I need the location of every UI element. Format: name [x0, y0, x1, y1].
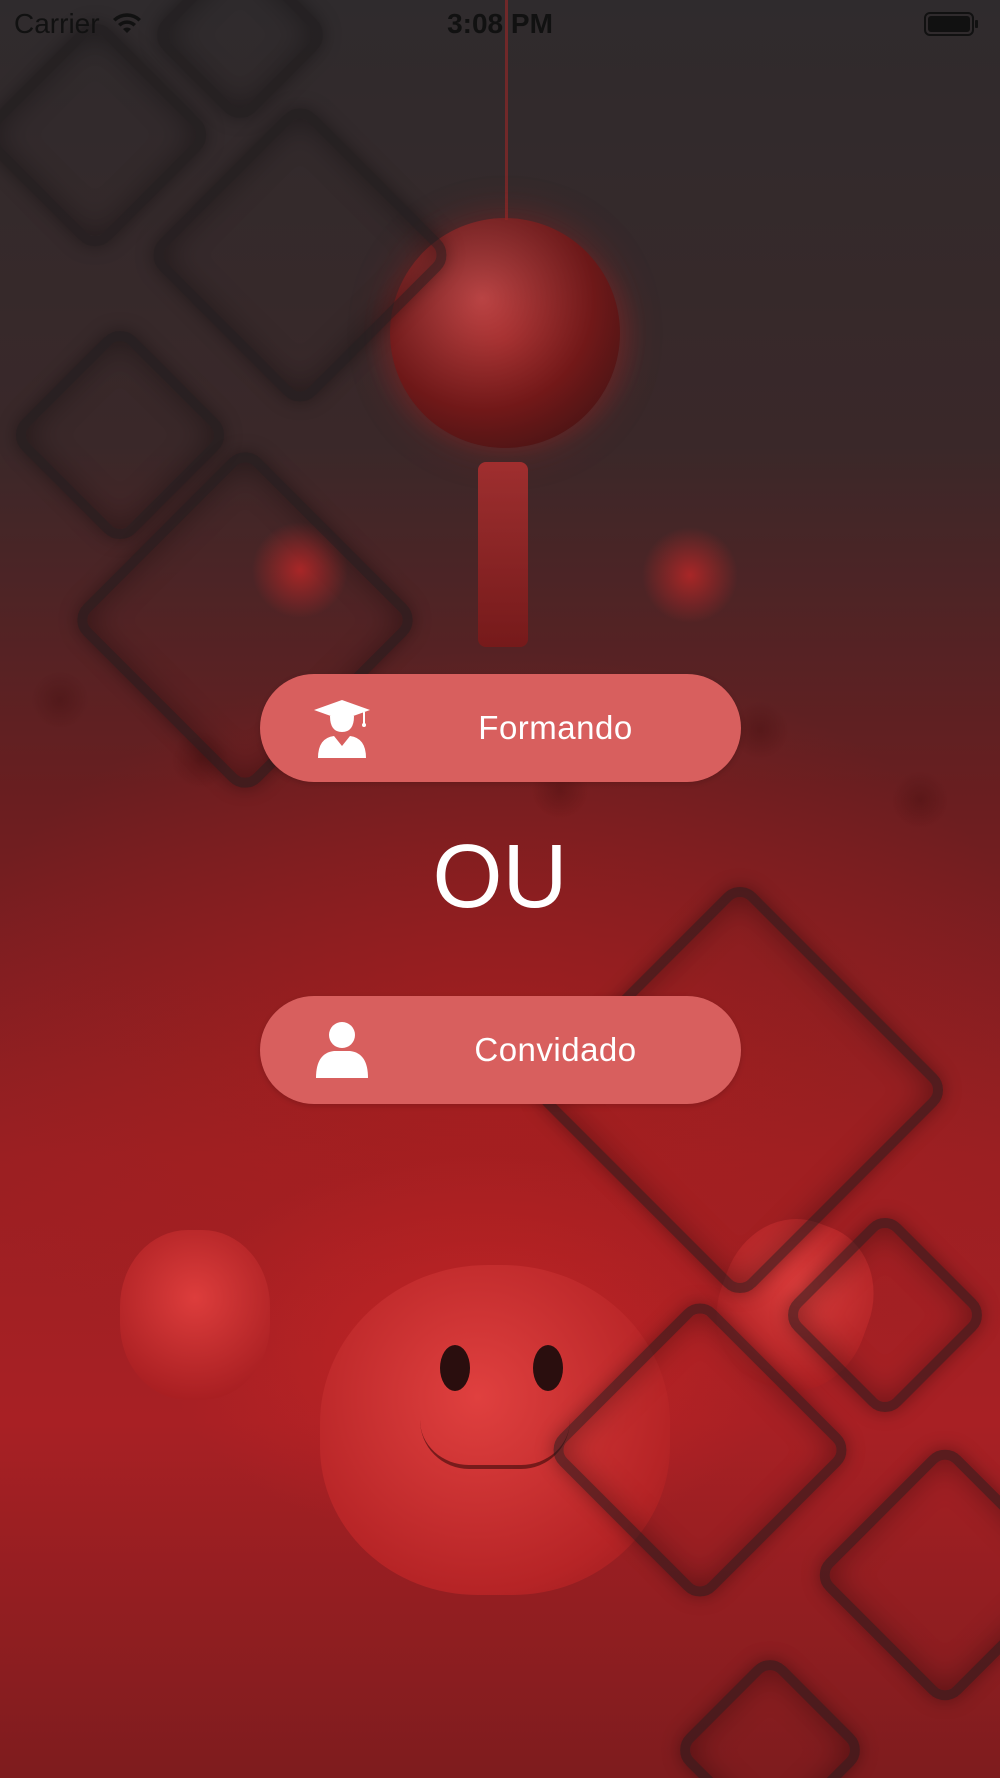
diamond-decoration — [810, 1440, 1000, 1710]
status-bar: Carrier 3:08 PM — [0, 0, 1000, 50]
mascot-mouth — [420, 1420, 570, 1469]
formando-label: Formando — [478, 709, 633, 746]
mascot-glove-left — [120, 1230, 270, 1400]
graduate-icon — [314, 700, 370, 758]
chandelier — [478, 462, 528, 647]
user-icon — [316, 1022, 368, 1078]
diamond-decoration — [6, 321, 234, 549]
mascot-eye — [533, 1345, 563, 1391]
mascot-glove-right — [695, 1199, 895, 1411]
diamond-decoration — [144, 99, 456, 411]
diamond-decoration — [778, 1208, 992, 1422]
diamond-decoration — [544, 1294, 856, 1606]
convidado-label: Convidado — [474, 1031, 637, 1068]
convidado-button[interactable]: Convidado — [260, 996, 741, 1104]
disco-ball — [390, 218, 620, 448]
app-screen: Carrier 3:08 PM Formando OU Convidado — [0, 0, 1000, 1778]
formando-button[interactable]: Formando — [260, 674, 741, 782]
status-time: 3:08 PM — [447, 8, 553, 39]
diamond-decoration — [0, 14, 216, 256]
mascot-eye — [440, 1345, 470, 1391]
battery-icon — [924, 12, 978, 36]
or-separator: OU — [432, 827, 568, 927]
mascot-head — [320, 1265, 670, 1595]
crowd — [0, 640, 1000, 1778]
diamond-decoration — [671, 1651, 869, 1778]
